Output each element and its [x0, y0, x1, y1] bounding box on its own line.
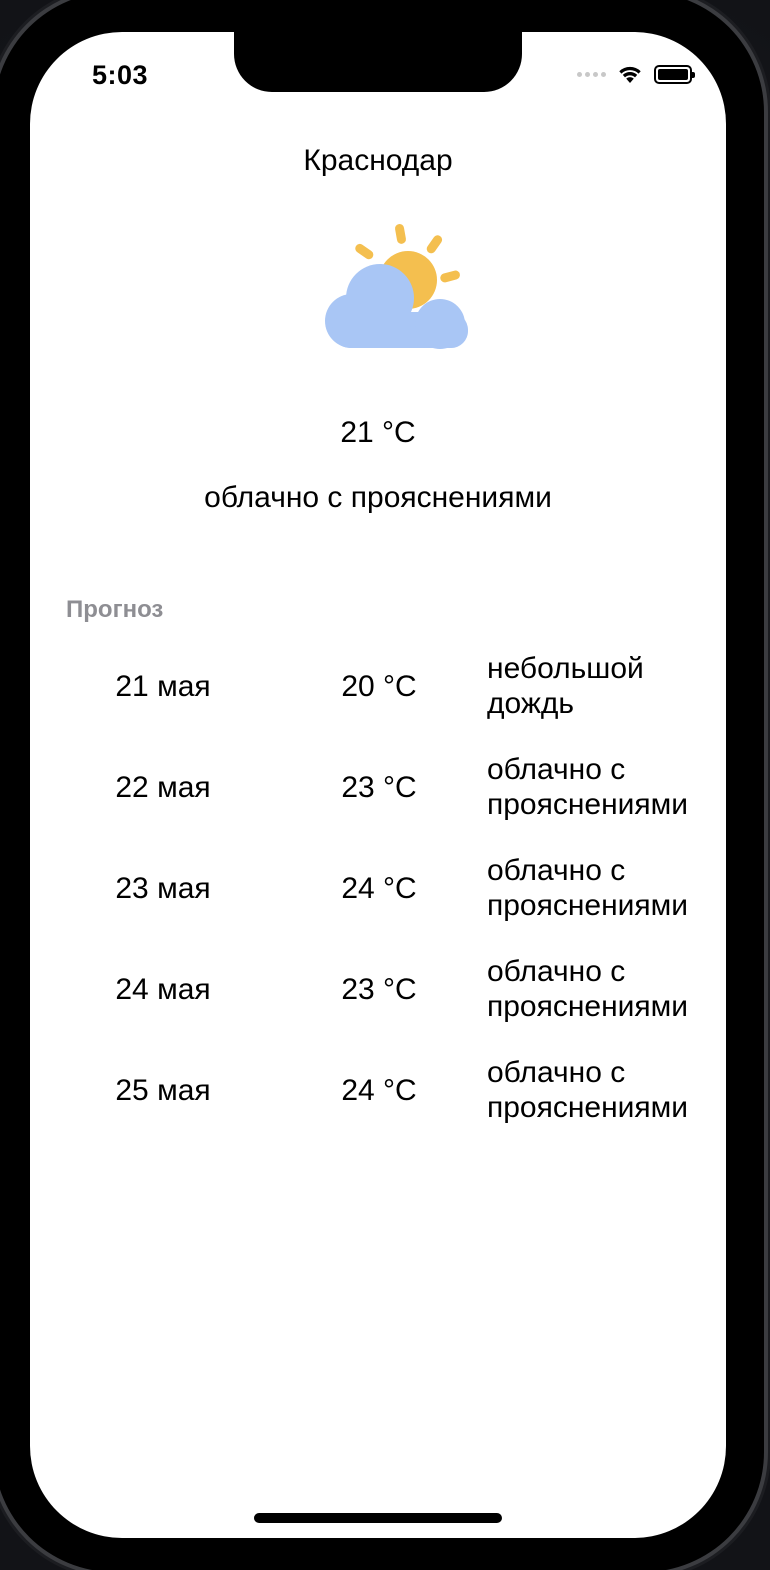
forecast-temperature: 23 °C	[341, 973, 417, 1006]
forecast-description-line: прояснениями	[487, 1091, 689, 1124]
status-icons	[577, 64, 695, 84]
forecast-description: облачно с прояснениями	[487, 752, 717, 822]
forecast-row: 23 мая 24 °C облачно с прояснениями	[30, 852, 726, 953]
forecast-row: 21 мая 20 °C небольшой дождь	[30, 650, 726, 751]
forecast-description-line: облачно с	[487, 955, 626, 988]
forecast-description-line: облачно с	[487, 854, 626, 887]
forecast-temperature: 24 °C	[341, 1074, 417, 1107]
forecast-description-line: прояснениями	[487, 889, 689, 922]
home-indicator[interactable]	[254, 1513, 502, 1523]
forecast-date: 24 мая	[115, 973, 211, 1006]
current-description: облачно с прояснениями	[204, 481, 552, 514]
partly-cloudy-icon	[325, 223, 468, 349]
status-time: 5:03	[92, 60, 149, 90]
forecast-date: 23 мая	[115, 872, 211, 905]
forecast-date: 21 мая	[115, 670, 211, 703]
forecast-description: облачно с прояснениями	[487, 954, 717, 1024]
forecast-heading: Прогноз	[66, 596, 164, 623]
forecast-row: 22 мая 23 °C облачно с прояснениями	[30, 751, 726, 852]
city-name: Краснодар	[303, 144, 453, 177]
current-temperature: 21 °C	[340, 416, 416, 449]
forecast-list: 21 мая 20 °C небольшой дождь 22 мая 23 °…	[30, 650, 726, 1155]
forecast-temperature: 20 °C	[341, 670, 417, 703]
forecast-description: облачно с прояснениями	[487, 1055, 717, 1125]
forecast-date: 25 мая	[115, 1074, 211, 1107]
forecast-description-line: небольшой	[487, 652, 644, 685]
forecast-description-line: облачно с	[487, 753, 626, 786]
forecast-description-line: облачно с	[487, 1056, 626, 1089]
forecast-temperature: 23 °C	[341, 771, 417, 804]
forecast-row: 25 мая 24 °C облачно с прояснениями	[30, 1054, 726, 1155]
forecast-temperature: 24 °C	[341, 872, 417, 905]
forecast-row: 24 мая 23 °C облачно с прояснениями	[30, 953, 726, 1054]
battery-level	[658, 68, 688, 80]
forecast-description: небольшой дождь	[487, 651, 717, 721]
device-background: 5:03 Краснодар 21 °C облачно с прояснени…	[0, 0, 770, 1570]
forecast-description-line: прояснениями	[487, 788, 689, 821]
forecast-description-line: дождь	[487, 687, 575, 720]
battery-icon	[654, 64, 695, 84]
notch	[234, 32, 522, 92]
forecast-date: 22 мая	[115, 771, 211, 804]
forecast-description: облачно с прояснениями	[487, 853, 717, 923]
wifi-icon	[619, 66, 641, 83]
forecast-description-line: прояснениями	[487, 990, 689, 1023]
cellular-signal-icon	[577, 71, 606, 77]
app-screen: 5:03 Краснодар 21 °C облачно с прояснени…	[30, 32, 726, 1538]
